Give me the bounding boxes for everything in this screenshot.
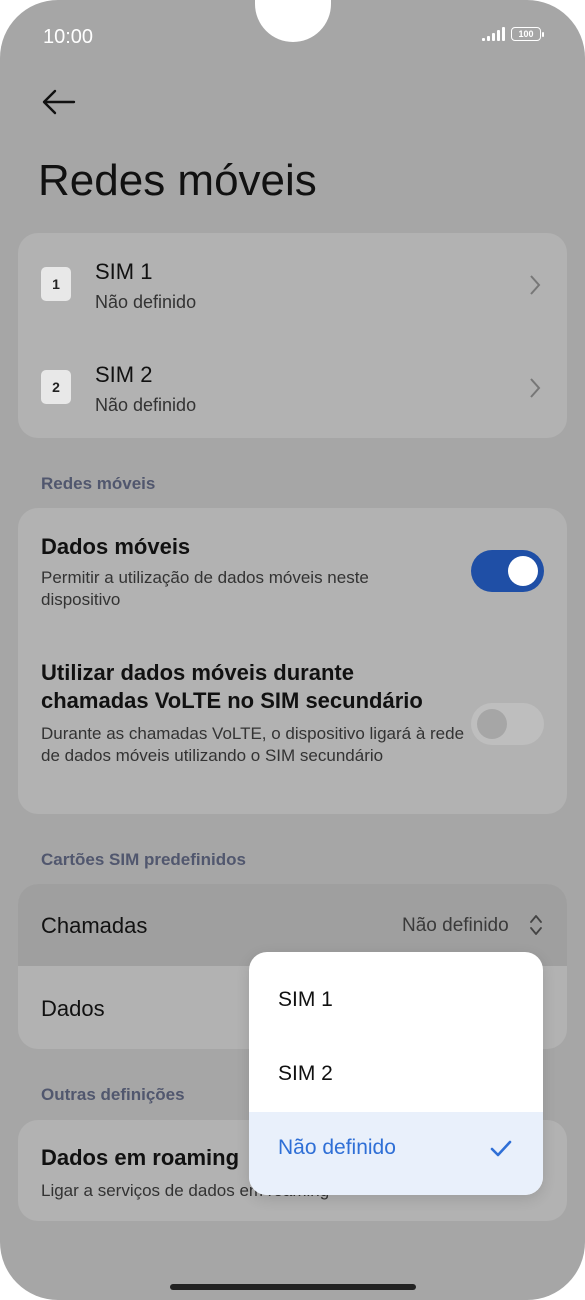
sim-2-badge: 2	[41, 370, 71, 404]
checkmark-icon	[490, 1140, 512, 1157]
dropdown-option-sim-1[interactable]: SIM 1	[249, 964, 543, 1038]
camera-notch	[255, 0, 331, 42]
chevron-right-icon	[530, 378, 541, 398]
battery-icon: 100	[511, 27, 544, 41]
dropdown-option-label: Não definido	[278, 1136, 396, 1159]
calls-row-value[interactable]: Não definido	[402, 915, 509, 937]
volte-data-toggle[interactable]	[471, 703, 544, 745]
section-label-other-settings: Outras definições	[41, 1085, 185, 1104]
volte-data-description: Durante as chamadas VoLTE, o dispositivo…	[41, 724, 465, 765]
status-time: 10:00	[43, 26, 94, 48]
sim-1-badge: 1	[41, 267, 71, 301]
dropdown-option-label: SIM 1	[278, 988, 333, 1011]
sim-1-row[interactable]: 1 SIM 1 Não definido	[18, 243, 567, 333]
data-row-title[interactable]: Dados	[41, 995, 105, 1023]
sim-select-dropdown: SIM 1 SIM 2 Não definido	[249, 952, 543, 1195]
mobile-data-toggle[interactable]	[471, 550, 544, 592]
page-title: Redes móveis	[38, 156, 317, 205]
chevron-up-down-icon	[530, 915, 542, 935]
section-label-default-sims: Cartões SIM predefinidos	[41, 850, 246, 869]
volte-data-title: Utilizar dados móveis durante chamadas V…	[41, 660, 423, 713]
phone-screen: 10:00 100 Redes móveis 1 SIM 1 Não defin…	[0, 0, 585, 1300]
chevron-right-icon	[530, 275, 541, 295]
sim-2-subtitle: Não definido	[95, 395, 197, 415]
dropdown-option-not-defined[interactable]: Não definido	[249, 1112, 543, 1195]
dropdown-option-sim-2[interactable]: SIM 2	[249, 1038, 543, 1112]
sim-card-list: 1 SIM 1 Não definido 2 SIM 2 Não definid…	[18, 233, 567, 438]
dropdown-option-label: SIM 2	[278, 1062, 333, 1085]
home-indicator[interactable]	[170, 1284, 416, 1290]
roaming-title[interactable]: Dados em roaming	[41, 1144, 239, 1172]
battery-level: 100	[518, 29, 534, 39]
status-icons: 100	[482, 27, 544, 41]
calls-row-title[interactable]: Chamadas	[41, 912, 147, 940]
toggle-knob	[477, 709, 507, 739]
sim-1-title: SIM 1	[95, 259, 153, 284]
back-arrow-icon[interactable]	[38, 84, 78, 120]
sim-2-title: SIM 2	[95, 362, 153, 387]
signal-icon	[482, 27, 505, 41]
sim-2-row[interactable]: 2 SIM 2 Não definido	[18, 346, 567, 436]
sim-1-subtitle: Não definido	[95, 292, 197, 312]
toggle-knob	[508, 556, 538, 586]
mobile-data-title: Dados móveis	[41, 534, 191, 559]
section-label-mobile-networks: Redes móveis	[41, 474, 156, 493]
mobile-data-description: Permitir a utilização de dados móveis ne…	[41, 568, 369, 609]
